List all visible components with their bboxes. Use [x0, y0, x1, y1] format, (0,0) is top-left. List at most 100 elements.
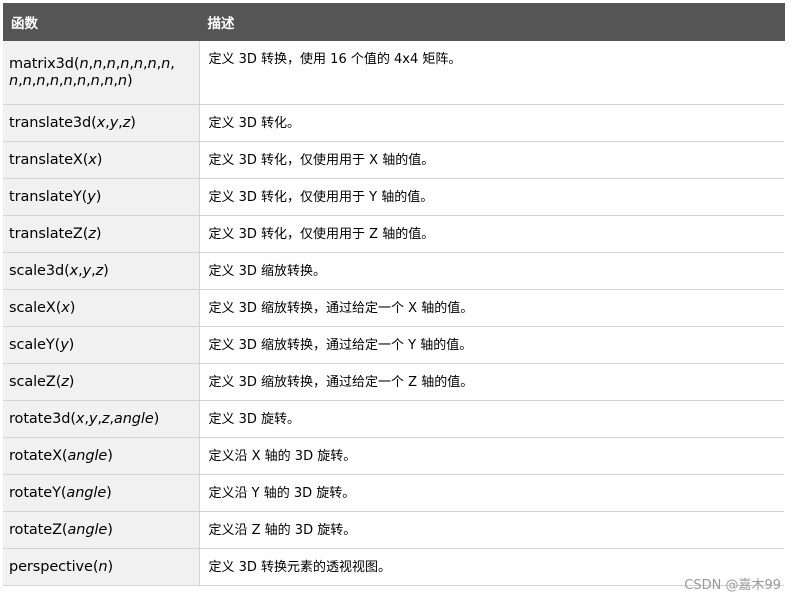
function-syntax: scaleX(: [9, 299, 62, 316]
function-parameter: angle: [113, 410, 154, 427]
function-parameter: z: [88, 225, 96, 242]
table-row: rotate3d(x,y,z,angle) 定义 3D 旋转。: [3, 400, 784, 438]
function-cell: translateX(x): [3, 141, 200, 179]
table-row: perspective(n) 定义 3D 转换元素的透视视图。: [3, 548, 784, 586]
css-3d-transform-functions-table: 函数 描述 matrix3d(n,n,n,n,n,n,n, n,n,n,n,n,…: [3, 3, 785, 586]
function-syntax: ): [130, 114, 136, 131]
function-parameter: n: [120, 55, 130, 72]
function-syntax: ): [95, 225, 102, 242]
table-row: scale3d(x,y,z) 定义 3D 缩放转换。: [3, 252, 784, 290]
function-syntax: ): [107, 521, 113, 538]
description-cell: 定义 3D 转化，仅使用用于 Z 轴的值。: [199, 215, 784, 253]
function-syntax: ): [153, 410, 160, 427]
header-description: 描述: [199, 3, 785, 41]
function-syntax: ): [69, 299, 76, 316]
description-cell: 定义 3D 转换，使用 16 个值的 4x4 矩阵。: [199, 41, 784, 105]
table-row: translateZ(z) 定义 3D 转化，仅使用用于 Z 轴的值。: [3, 215, 784, 253]
description-cell: 定义 3D 转化，仅使用用于 Y 轴的值。: [199, 178, 784, 216]
function-parameter: angle: [67, 521, 108, 538]
function-parameter: n: [63, 72, 73, 89]
function-syntax: rotate3d(: [9, 410, 76, 427]
function-cell: translateZ(z): [3, 215, 200, 253]
function-parameter: y: [109, 114, 119, 131]
table-row: rotateY(angle) 定义沿 Y 轴的 3D 旋转。: [3, 474, 784, 512]
table-row: rotateZ(angle) 定义沿 Z 轴的 3D 旋转。: [3, 511, 784, 549]
function-parameter: x: [61, 299, 70, 316]
function-parameter: y: [60, 336, 69, 353]
function-cell: scale3d(x,y,z): [3, 252, 200, 290]
function-parameter: n: [79, 55, 89, 72]
function-syntax: ): [126, 72, 133, 89]
description-cell: 定义沿 Z 轴的 3D 旋转。: [199, 511, 784, 549]
table-row: translate3d(x,y,z) 定义 3D 转化。: [3, 104, 784, 142]
csdn-watermark: CSDN @嘉木99: [684, 578, 781, 593]
function-syntax: scale3d(: [9, 262, 70, 279]
function-parameter: angle: [66, 484, 107, 501]
function-parameter: n: [133, 55, 143, 72]
function-cell: scaleZ(z): [3, 363, 200, 401]
function-syntax: ): [96, 151, 103, 168]
function-syntax: ): [107, 447, 113, 464]
function-syntax: ): [107, 558, 114, 575]
function-syntax: translateZ(: [9, 225, 89, 242]
function-parameter: n: [36, 72, 46, 89]
table-row: rotateX(angle) 定义沿 X 轴的 3D 旋转。: [3, 437, 784, 475]
function-cell: translateY(y): [3, 178, 200, 216]
description-cell: 定义 3D 转化，仅使用用于 X 轴的值。: [199, 141, 784, 179]
table-row: matrix3d(n,n,n,n,n,n,n, n,n,n,n,n,n,n,n,…: [3, 41, 784, 105]
function-parameter: n: [93, 55, 103, 72]
table-row: scaleX(x) 定义 3D 缩放转换，通过给定一个 X 轴的值。: [3, 289, 784, 327]
function-syntax: ): [68, 336, 75, 353]
function-syntax: ): [95, 188, 102, 205]
function-parameter: angle: [67, 447, 108, 464]
table-row: translateY(y) 定义 3D 转化，仅使用用于 Y 轴的值。: [3, 178, 784, 216]
table-row: translateX(x) 定义 3D 转化，仅使用用于 X 轴的值。: [3, 141, 784, 179]
function-syntax: matrix3d(: [9, 55, 80, 72]
function-parameter: n: [106, 55, 116, 72]
function-cell: scaleX(x): [3, 289, 200, 327]
function-parameter: n: [9, 72, 19, 89]
function-parameter: n: [117, 72, 127, 89]
description-cell: 定义 3D 转化。: [199, 104, 784, 142]
function-parameter: n: [104, 72, 114, 89]
description-cell: 定义 3D 缩放转换，通过给定一个 Y 轴的值。: [199, 326, 784, 364]
header-row: 函数 描述: [3, 3, 785, 41]
function-parameter: n: [90, 72, 100, 89]
function-syntax: rotateX(: [9, 447, 68, 464]
function-parameter: n: [147, 55, 157, 72]
function-syntax: scaleZ(: [9, 373, 62, 390]
description-cell: 定义 3D 缩放转换。: [199, 252, 784, 290]
function-syntax: translate3d(: [9, 114, 97, 131]
function-parameter: n: [77, 72, 87, 89]
function-syntax: perspective(: [9, 558, 99, 575]
function-parameter: n: [49, 72, 59, 89]
function-parameter: y: [82, 262, 92, 279]
function-syntax: ): [103, 262, 109, 279]
table-header: 函数 描述: [3, 3, 785, 41]
function-cell: translate3d(x,y,z): [3, 104, 200, 142]
function-syntax: translateX(: [9, 151, 89, 168]
function-syntax: scaleY(: [9, 336, 61, 353]
description-cell: 定义 3D 缩放转换，通过给定一个 X 轴的值。: [199, 289, 784, 327]
function-syntax: ,: [170, 55, 175, 72]
function-syntax: translateY(: [9, 188, 88, 205]
header-function: 函数: [3, 3, 200, 41]
function-syntax: ): [68, 373, 75, 390]
table-body: matrix3d(n,n,n,n,n,n,n, n,n,n,n,n,n,n,n,…: [3, 41, 784, 586]
function-cell: matrix3d(n,n,n,n,n,n,n, n,n,n,n,n,n,n,n,…: [3, 41, 200, 105]
description-cell: 定义 3D 缩放转换，通过给定一个 Z 轴的值。: [199, 363, 784, 401]
function-cell: rotate3d(x,y,z,angle): [3, 400, 200, 438]
table-row: scaleY(y) 定义 3D 缩放转换，通过给定一个 Y 轴的值。: [3, 326, 784, 364]
function-parameter: x: [69, 262, 79, 279]
function-cell: rotateX(angle): [3, 437, 200, 475]
function-cell: rotateY(angle): [3, 474, 200, 512]
function-parameter: n: [22, 72, 32, 89]
function-parameter: x: [88, 151, 97, 168]
function-parameter: n: [161, 55, 171, 72]
table-row: scaleZ(z) 定义 3D 缩放转换，通过给定一个 Z 轴的值。: [3, 363, 784, 401]
description-cell: 定义沿 X 轴的 3D 旋转。: [199, 437, 784, 475]
function-syntax: ): [106, 484, 112, 501]
function-cell: perspective(n): [3, 548, 200, 586]
function-syntax: rotateZ(: [9, 521, 68, 538]
function-cell: scaleY(y): [3, 326, 200, 364]
